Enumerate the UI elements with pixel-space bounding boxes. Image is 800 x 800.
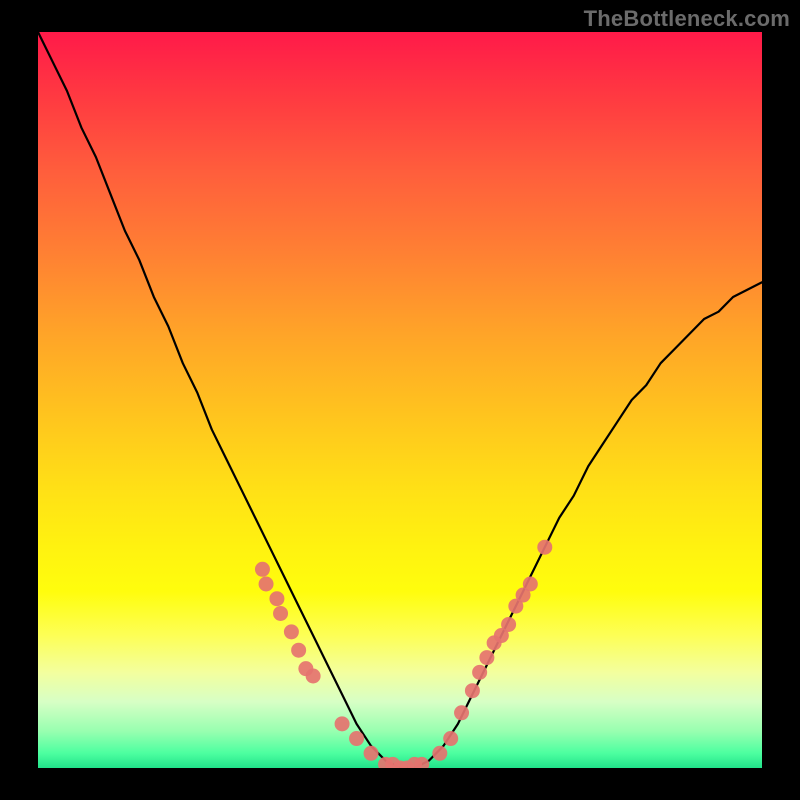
chart-frame: TheBottleneck.com [0, 0, 800, 800]
sample-points [255, 540, 552, 768]
sample-point [465, 683, 480, 698]
sample-point [537, 540, 552, 555]
sample-point [335, 716, 350, 731]
sample-point [269, 591, 284, 606]
plot-area [38, 32, 762, 768]
sample-point [349, 731, 364, 746]
sample-point [432, 746, 447, 761]
sample-point [479, 650, 494, 665]
sample-point [523, 577, 538, 592]
sample-point [454, 705, 469, 720]
sample-point [501, 617, 516, 632]
bottleneck-curve [38, 32, 762, 768]
sample-point [472, 665, 487, 680]
chart-svg [38, 32, 762, 768]
sample-point [291, 643, 306, 658]
sample-point [273, 606, 288, 621]
sample-point [284, 624, 299, 639]
sample-point [443, 731, 458, 746]
sample-point [364, 746, 379, 761]
watermark-text: TheBottleneck.com [584, 6, 790, 32]
sample-point [306, 669, 321, 684]
sample-point [259, 577, 274, 592]
sample-point [255, 562, 270, 577]
